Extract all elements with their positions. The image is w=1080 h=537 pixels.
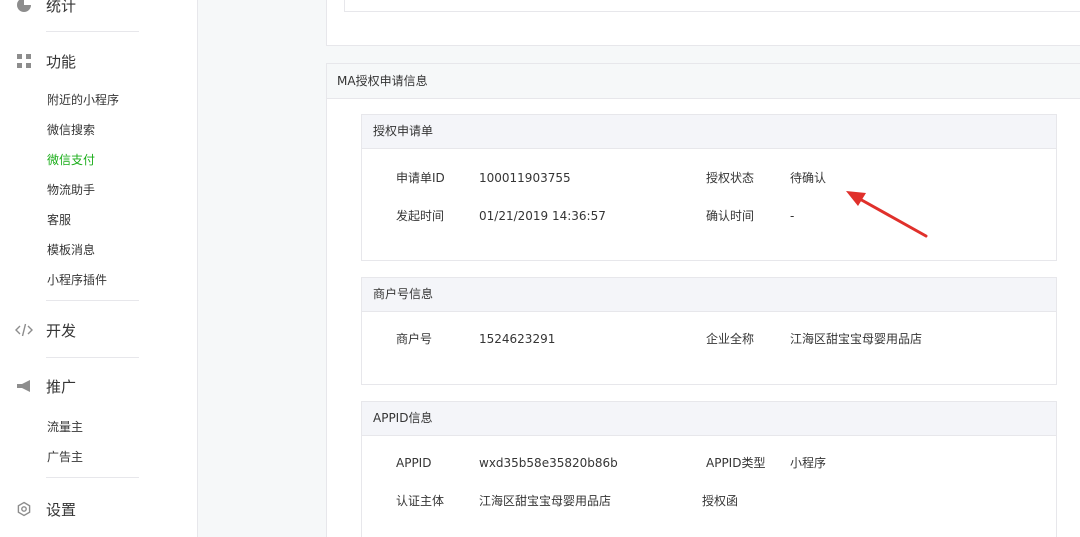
megaphone-icon (14, 376, 34, 396)
divider (46, 477, 139, 478)
field-label: 确认时间 (706, 209, 755, 223)
field-label: 企业全称 (706, 332, 755, 346)
sidebar-item-service[interactable]: 客服 (47, 211, 71, 229)
nav-settings-label: 设置 (46, 500, 77, 519)
code-icon (14, 320, 34, 340)
divider (46, 31, 139, 32)
field-value: 江海区甜宝宝母婴用品店 (790, 332, 923, 346)
field-label: 发起时间 (396, 209, 445, 223)
field-label: 认证主体 (396, 494, 445, 508)
grid-icon (14, 51, 34, 71)
status-value: 待确认 (790, 171, 827, 185)
merchant-card: 商户号信息 商户号 1524623291 企业全称 江海区甜宝宝母婴用品店 (361, 277, 1057, 385)
field-label: 商户号 (396, 332, 433, 346)
info-row: 发起时间 01/21/2019 14:36:57 确认时间 - (362, 206, 1056, 226)
field-value: - (790, 209, 795, 223)
field-value: 小程序 (790, 456, 827, 470)
nav-features-label: 功能 (46, 52, 77, 71)
section-title: MA授权申请信息 (327, 64, 1080, 99)
sidebar-item-search[interactable]: 微信搜索 (47, 121, 95, 139)
nav-promote[interactable]: 推广 (14, 374, 76, 398)
sidebar-item-traffic[interactable]: 流量主 (47, 418, 83, 436)
nav-settings[interactable]: 设置 (14, 497, 76, 521)
info-row: APPID wxd35b58e35820b86b APPID类型 小程序 (362, 453, 1056, 473)
field-value: 江海区甜宝宝母婴用品店 (479, 494, 612, 508)
field-label: APPID类型 (706, 456, 766, 470)
nav-features[interactable]: 功能 (14, 49, 76, 73)
ma-auth-panel: MA授权申请信息 授权申请单 申请单ID 100011903755 授权状态 待… (326, 63, 1080, 537)
previous-panel-inner (344, 0, 1080, 12)
field-value: 1524623291 (479, 332, 556, 346)
appid-card: APPID信息 APPID wxd35b58e35820b86b APPID类型… (361, 401, 1057, 537)
nav-stats[interactable]: 统计 (14, 0, 76, 17)
auth-form-card: 授权申请单 申请单ID 100011903755 授权状态 待确认 发起时间 0… (361, 114, 1057, 261)
card-title: 授权申请单 (362, 115, 1056, 149)
nav-promote-label: 推广 (46, 377, 77, 396)
info-row: 商户号 1524623291 企业全称 江海区甜宝宝母婴用品店 (362, 329, 1056, 349)
field-value: wxd35b58e35820b86b (479, 456, 618, 470)
field-label: 申请单ID (396, 171, 445, 185)
field-label: APPID (396, 456, 432, 470)
divider (46, 300, 139, 301)
sidebar: 统计 功能 附近的小程序 微信搜索 微信支付 物流助手 客服 模板消息 小程序插… (0, 0, 198, 537)
card-title: 商户号信息 (362, 278, 1056, 312)
gear-icon (14, 499, 34, 519)
info-row: 认证主体 江海区甜宝宝母婴用品店 授权函 (362, 491, 1056, 511)
divider (46, 357, 139, 358)
field-value: 100011903755 (479, 171, 571, 185)
sidebar-item-pay[interactable]: 微信支付 (47, 151, 95, 169)
main-content: MA授权申请信息 授权申请单 申请单ID 100011903755 授权状态 待… (199, 0, 1080, 537)
nav-stats-label: 统计 (46, 0, 77, 15)
chart-icon (14, 0, 34, 15)
info-row: 申请单ID 100011903755 授权状态 待确认 (362, 168, 1056, 188)
nav-develop[interactable]: 开发 (14, 318, 76, 342)
sidebar-item-plugin[interactable]: 小程序插件 (47, 271, 107, 289)
authorization-letter-link[interactable]: 授权函 (702, 491, 738, 511)
sidebar-item-template[interactable]: 模板消息 (47, 241, 95, 259)
field-value: 01/21/2019 14:36:57 (479, 209, 606, 223)
previous-panel (326, 0, 1080, 46)
sidebar-item-nearby[interactable]: 附近的小程序 (47, 91, 119, 109)
nav-develop-label: 开发 (46, 321, 77, 340)
field-label: 授权状态 (706, 171, 755, 185)
card-title: APPID信息 (362, 402, 1056, 436)
sidebar-item-ads[interactable]: 广告主 (47, 448, 83, 466)
sidebar-item-logistics[interactable]: 物流助手 (47, 181, 95, 199)
